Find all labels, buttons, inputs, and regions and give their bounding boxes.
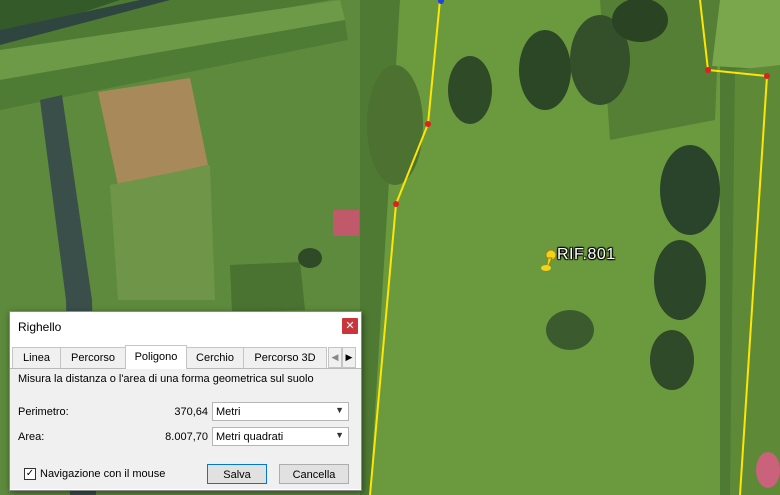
vegetable-rows (230, 262, 305, 312)
tree-cluster (298, 248, 322, 268)
tree-cluster (367, 65, 423, 185)
tab-scroll-left-icon[interactable]: ◀ (328, 347, 342, 368)
tree-cluster (546, 310, 594, 350)
tab-linea[interactable]: Linea (12, 347, 61, 368)
tree-cluster (650, 330, 694, 390)
save-button[interactable]: Salva (207, 464, 267, 484)
cancel-button[interactable]: Cancella (279, 464, 349, 484)
ruler-dialog: Righello ✕ Linea Percorso Poligono Cerch… (9, 311, 362, 491)
tab-bar: Linea Percorso Poligono Cerchio Percorso… (10, 344, 361, 369)
tab-poligono[interactable]: Poligono (125, 345, 187, 369)
dialog-title: Righello (18, 320, 62, 334)
perimeter-label: Perimetro: (18, 406, 69, 418)
perimeter-value: 370,64 (174, 406, 208, 418)
placemark-label[interactable]: RIF.801 (557, 246, 616, 264)
tab-percorso-3d[interactable]: Percorso 3D (243, 347, 327, 368)
roof-corner (756, 452, 780, 488)
close-icon[interactable]: ✕ (342, 318, 358, 334)
tree-cluster (660, 145, 720, 235)
corner-field (712, 0, 780, 70)
dialog-titlebar[interactable]: Righello ✕ (10, 312, 361, 340)
right-strip (730, 65, 780, 495)
measure-description: Misura la distanza o l'area di una forma… (18, 373, 314, 385)
mouse-navigation-checkbox[interactable]: ✓ (24, 468, 36, 480)
poligono-panel: Misura la distanza o l'area di una forma… (10, 369, 361, 489)
tab-percorso[interactable]: Percorso (60, 347, 126, 368)
tree-cluster (654, 240, 706, 320)
tab-scroll-right-icon[interactable]: ▶ (342, 347, 356, 368)
polygon-vertex[interactable] (764, 73, 770, 79)
perimeter-unit: Metri (216, 406, 241, 418)
polygon-vertex[interactable] (393, 201, 399, 207)
tree-cluster (612, 0, 668, 42)
area-value: 8.007,70 (165, 431, 208, 443)
tab-cerchio[interactable]: Cerchio (186, 347, 244, 368)
area-label: Area: (18, 431, 45, 443)
mouse-navigation-label[interactable]: Navigazione con il mouse (40, 468, 165, 480)
perimeter-unit-select[interactable]: Metri ▼ (212, 402, 349, 421)
polygon-vertex[interactable] (705, 67, 711, 73)
chevron-down-icon: ▼ (335, 405, 344, 415)
tree-cluster (448, 56, 492, 124)
tree-cluster (519, 30, 571, 110)
area-unit-select[interactable]: Metri quadrati ▼ (212, 427, 349, 446)
area-unit: Metri quadrati (216, 431, 284, 443)
polygon-vertex[interactable] (425, 121, 431, 127)
house-roof (333, 210, 359, 236)
chevron-down-icon: ▼ (335, 430, 344, 440)
garden-rows (110, 165, 215, 300)
